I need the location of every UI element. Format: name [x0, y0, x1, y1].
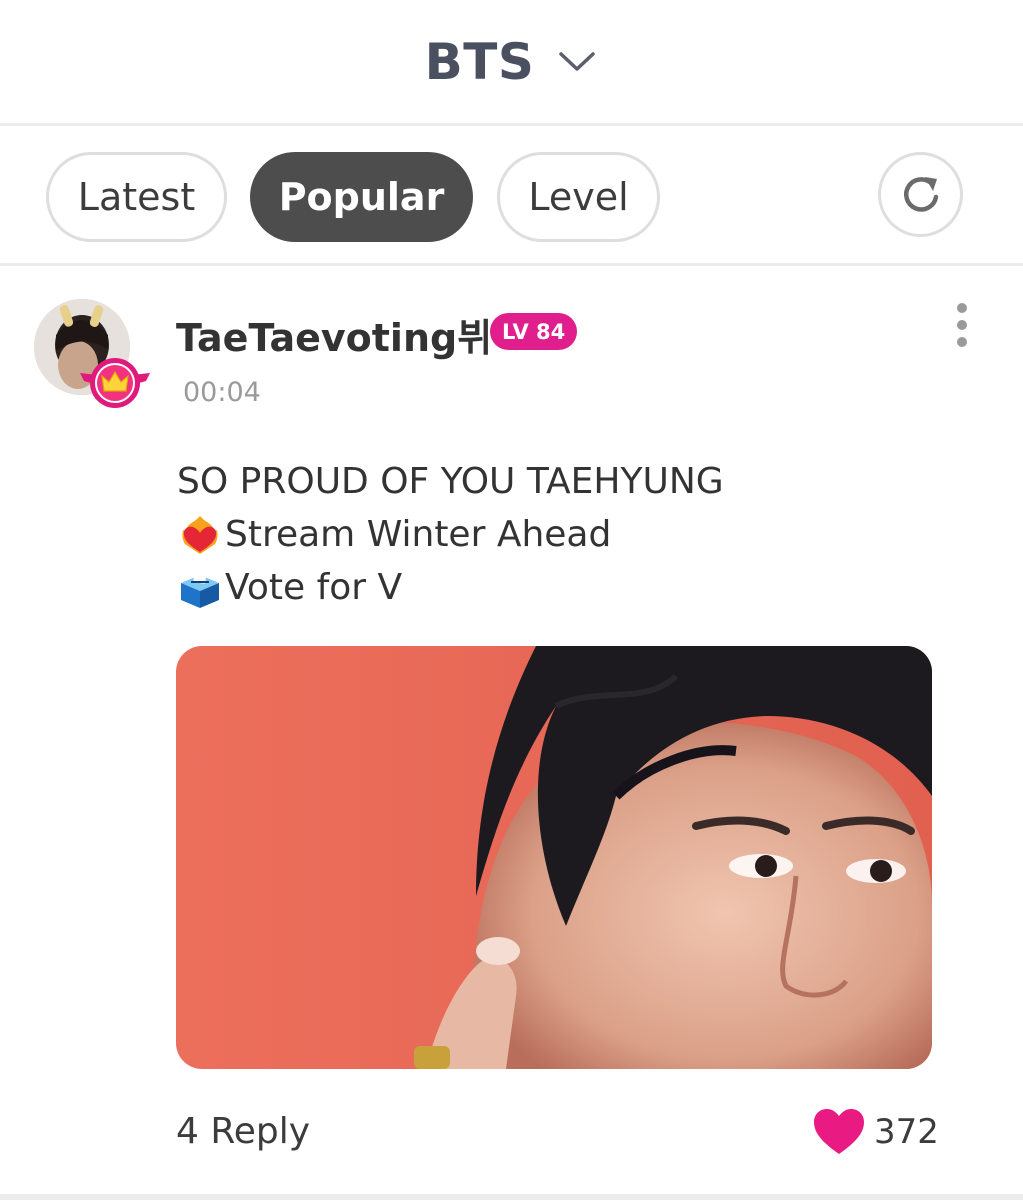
- like-button[interactable]: [812, 1107, 866, 1157]
- post-line-text: Vote for V: [225, 567, 403, 608]
- post-line-text: SO PROUD OF YOU TAEHYUNG: [177, 461, 724, 502]
- more-options-button[interactable]: [946, 301, 978, 349]
- divider: [0, 1194, 1023, 1200]
- refresh-icon: [903, 176, 938, 212]
- chevron-down-icon[interactable]: [558, 48, 598, 76]
- post-timestamp: 00:04: [183, 377, 261, 408]
- community-title[interactable]: BTS: [425, 33, 535, 91]
- like-count: 372: [874, 1112, 939, 1152]
- tab-level[interactable]: Level: [497, 152, 660, 242]
- post-line: Stream Winter Ahead: [177, 508, 724, 561]
- post-content: SO PROUD OF YOU TAEHYUNG Stream Winter A…: [177, 455, 724, 614]
- ballot-box-emoji: [181, 568, 219, 608]
- more-vertical-icon: [957, 303, 967, 347]
- reply-count-link[interactable]: 4 Reply: [176, 1111, 310, 1152]
- refresh-button[interactable]: [878, 152, 963, 237]
- level-badge: LV 84: [490, 313, 578, 350]
- tab-latest[interactable]: Latest: [46, 152, 227, 242]
- post-line: SO PROUD OF YOU TAEHYUNG: [177, 455, 724, 508]
- sort-tabs: Latest Popular Level: [0, 129, 1023, 266]
- heart-icon: [814, 1109, 864, 1154]
- heart-on-fire-emoji: [182, 515, 218, 554]
- post-card: TaeTaevoting뷔 LV 84 00:04 SO PROUD OF YO…: [0, 269, 1023, 1200]
- post-photo[interactable]: [176, 646, 932, 1069]
- post-line: Vote for V: [177, 561, 724, 614]
- tab-popular[interactable]: Popular: [250, 152, 473, 242]
- app-header: BTS: [0, 0, 1023, 126]
- post-line-text: Stream Winter Ahead: [225, 514, 612, 555]
- username[interactable]: TaeTaevoting뷔: [176, 307, 492, 362]
- crown-badge-icon: [80, 358, 150, 408]
